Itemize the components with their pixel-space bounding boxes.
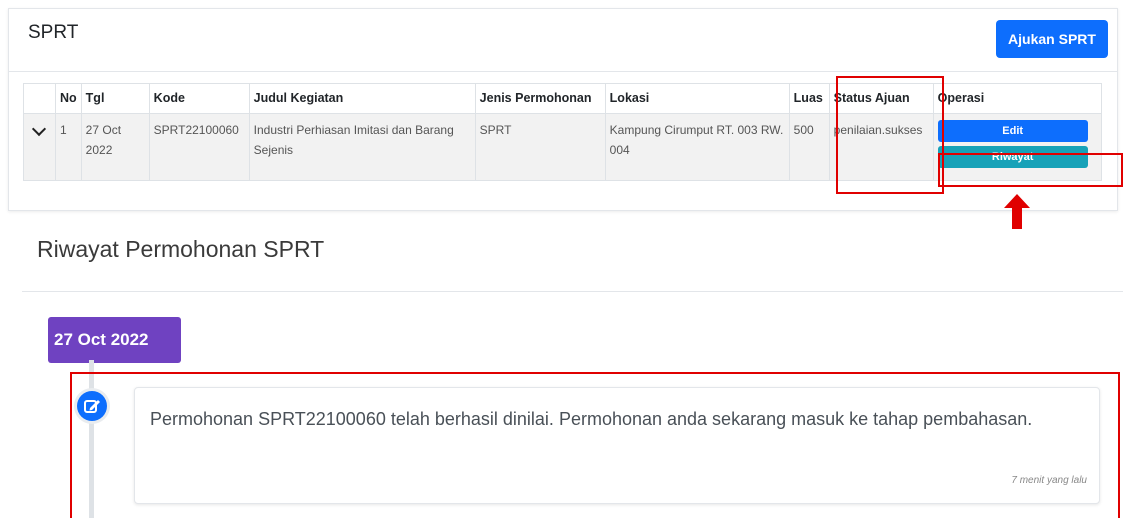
card-header: SPRT Ajukan SPRT (9, 9, 1117, 72)
table-row: 1 27 Oct 2022 SPRT22100060 Industri Perh… (23, 113, 1102, 181)
column-header-lokasi[interactable]: Lokasi (604, 83, 790, 114)
riwayat-button[interactable]: Riwayat (937, 146, 1088, 168)
cell-lokasi: Kampung Cirumput RT. 003 RW. 004 (604, 113, 790, 181)
expand-column-header (23, 83, 56, 114)
chevron-down-icon[interactable] (31, 121, 47, 137)
cell-tgl: 27 Oct 2022 (80, 113, 150, 181)
column-header-jenis[interactable]: Jenis Permohonan (474, 83, 606, 114)
column-header-tgl[interactable]: Tgl (80, 83, 150, 114)
card-title: SPRT (28, 22, 79, 43)
cell-operasi: Edit Riwayat (932, 113, 1102, 181)
column-header-luas[interactable]: Luas (788, 83, 830, 114)
divider (22, 291, 1123, 292)
cell-luas: 500 (788, 113, 830, 181)
edit-button[interactable]: Edit (937, 120, 1088, 142)
cell-no: 1 (55, 113, 82, 181)
timeline-line (89, 360, 94, 518)
sprt-table: No Tgl Kode Judul Kegiatan Jenis Permoho… (23, 83, 1102, 181)
table-header-row: No Tgl Kode Judul Kegiatan Jenis Permoho… (23, 83, 1102, 114)
edit-icon (77, 391, 107, 421)
timeline-time: 7 menit yang lalu (1011, 475, 1087, 486)
column-header-judul[interactable]: Judul Kegiatan (248, 83, 476, 114)
arrow-up-icon (1004, 194, 1030, 229)
history-title: Riwayat Permohonan SPRT (37, 236, 325, 262)
cell-kode: SPRT22100060 (148, 113, 250, 181)
cell-status: penilaian.sukses (828, 113, 934, 181)
column-header-kode[interactable]: Kode (148, 83, 250, 114)
cell-judul: Industri Perhiasan Imitasi dan Barang Se… (248, 113, 476, 181)
date-badge: 27 Oct 2022 (48, 317, 181, 363)
timeline-item: Permohonan SPRT22100060 telah berhasil d… (134, 387, 1100, 504)
column-header-status[interactable]: Status Ajuan (828, 83, 934, 114)
ajukan-sprt-button[interactable]: Ajukan SPRT (996, 20, 1108, 58)
timeline-message: Permohonan SPRT22100060 telah berhasil d… (150, 409, 1033, 429)
expand-toggle[interactable] (23, 113, 56, 181)
column-header-no[interactable]: No (55, 83, 82, 114)
column-header-operasi: Operasi (932, 83, 1102, 114)
cell-jenis: SPRT (474, 113, 606, 181)
